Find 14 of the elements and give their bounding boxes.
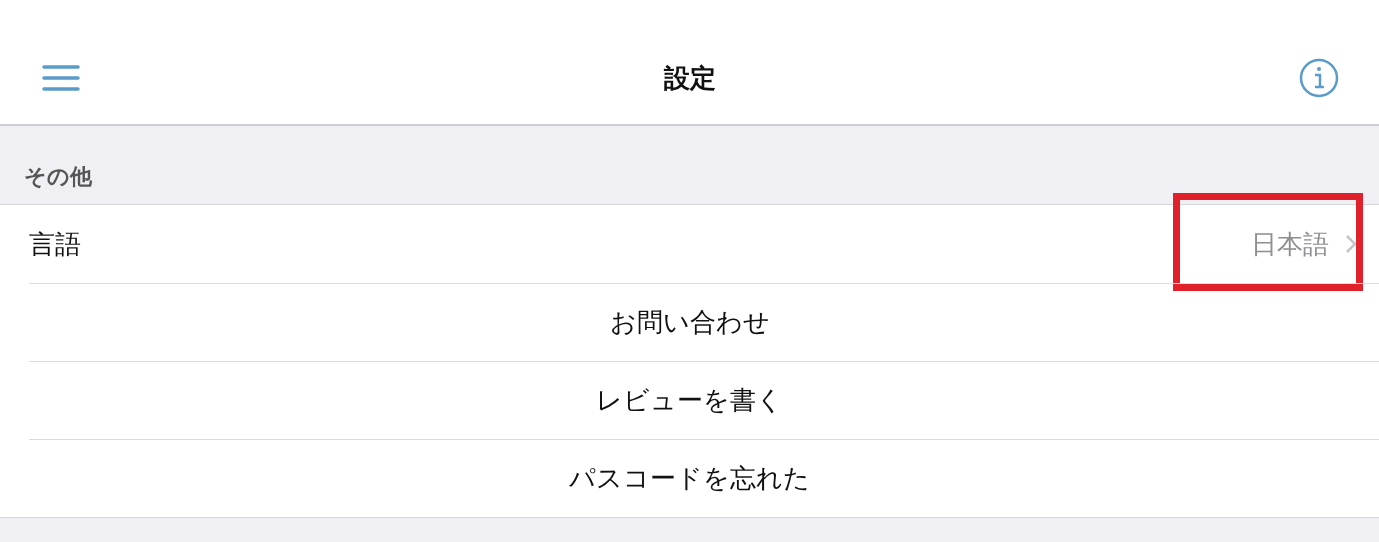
section-header: その他: [24, 163, 92, 191]
action-row[interactable]: レビューを書く: [29, 361, 1379, 439]
info-icon[interactable]: [1299, 58, 1339, 98]
action-row[interactable]: お問い合わせ: [29, 283, 1379, 361]
chevron-icon: [1345, 234, 1357, 254]
nav-title: 設定: [662, 61, 717, 95]
settings-row[interactable]: 言語 日本語: [29, 205, 1379, 283]
action-row[interactable]: パスコードを忘れた: [29, 439, 1379, 517]
row-value: 日本語: [1251, 227, 1329, 261]
menu-icon[interactable]: [42, 64, 80, 92]
row-label: 言語: [29, 227, 81, 261]
row-label: レビューを書く: [596, 384, 783, 417]
row-label: パスコードを忘れた: [569, 462, 810, 495]
row-label: お問い合わせ: [609, 306, 770, 339]
